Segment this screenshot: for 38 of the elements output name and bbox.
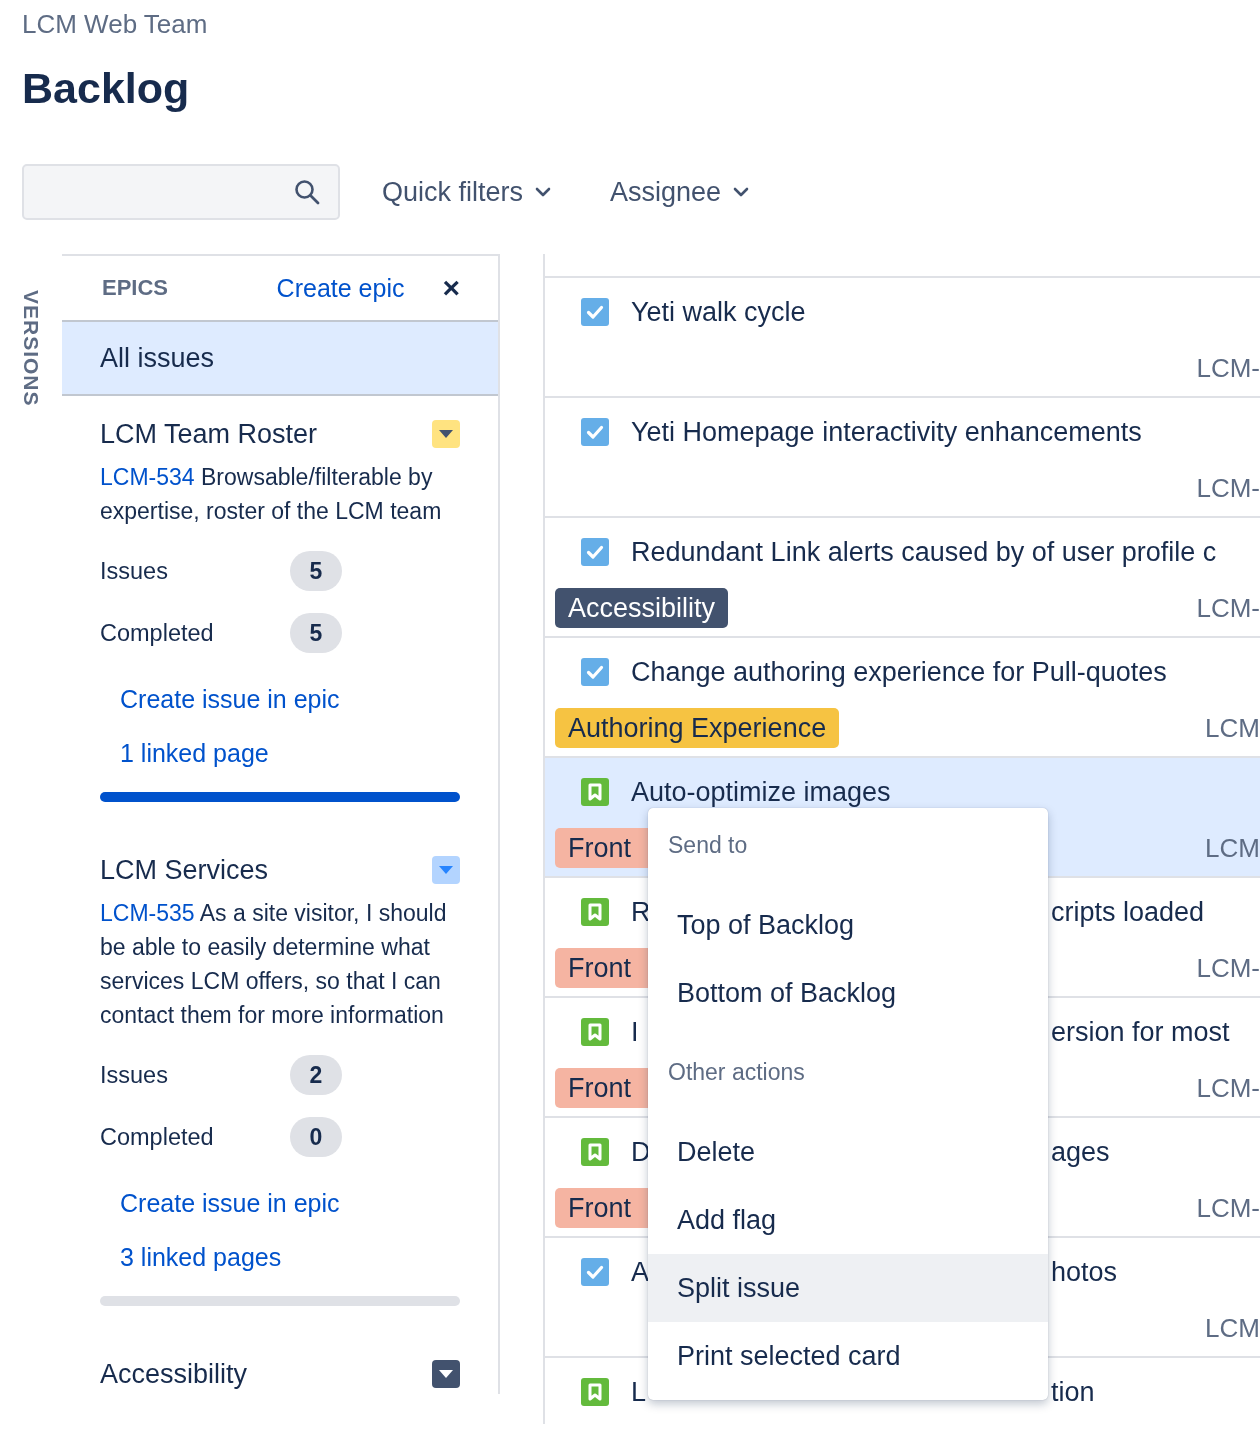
issue-title: A	[631, 1256, 649, 1288]
issue-title: L	[631, 1376, 647, 1408]
issue-key: LCM-	[1196, 1072, 1260, 1104]
issue-title: R	[631, 896, 651, 928]
stat-label: Completed	[100, 619, 215, 647]
stat-label: Completed	[100, 1123, 215, 1151]
issue-key: LCM-	[1196, 352, 1260, 384]
issue-title: Auto-optimize images	[631, 776, 891, 808]
issue-title: Redundant Link alerts caused by of user profile c	[631, 536, 1217, 568]
count-badge: 0	[290, 1117, 342, 1157]
stat-label: Issues	[100, 1061, 169, 1089]
issue-title: Yeti Homepage interactivity enhancements	[631, 416, 1142, 448]
stat-label: Issues	[100, 557, 169, 585]
epic-description: LCM-534 Browsable/filterable by expertise, roster of the LCM team	[100, 463, 443, 526]
issue-key: LCM-	[1196, 1192, 1260, 1224]
epic-label: Accessibility	[555, 588, 729, 628]
project-name: LCM Web Team	[22, 8, 208, 40]
issue-title: cripts loaded	[1051, 896, 1205, 928]
count-badge: 2	[290, 1055, 342, 1095]
issue-title: I	[631, 1016, 639, 1048]
issue-key: LCM	[1205, 1312, 1260, 1344]
page-title: Backlog	[22, 63, 190, 114]
issue-key: LCM	[1205, 832, 1260, 864]
count-badge: 5	[290, 613, 342, 653]
issue-title: Yeti walk cycle	[631, 296, 806, 328]
issue-key: LCM-	[1196, 592, 1260, 624]
issue-title: hotos	[1051, 1256, 1118, 1288]
issue-title: ages	[1051, 1136, 1110, 1168]
count-badge: 5	[290, 551, 342, 591]
issue-title: ersion for most	[1051, 1016, 1230, 1048]
issue-key: LCM-	[1196, 472, 1260, 504]
issue-title: tion	[1051, 1376, 1095, 1408]
issue-title: Change authoring experience for Pull-quotes	[631, 656, 1167, 688]
issue-key: LCM-	[1196, 952, 1260, 984]
epic-description: LCM-535 As a site visitor, I should be able to easily determine what services LCM offers, so that I can contact them for more information	[100, 899, 448, 1030]
issue-key: LCM	[1205, 712, 1260, 744]
epics-heading: EPICS	[102, 275, 169, 301]
epic-label: Authoring Experience	[555, 708, 840, 748]
